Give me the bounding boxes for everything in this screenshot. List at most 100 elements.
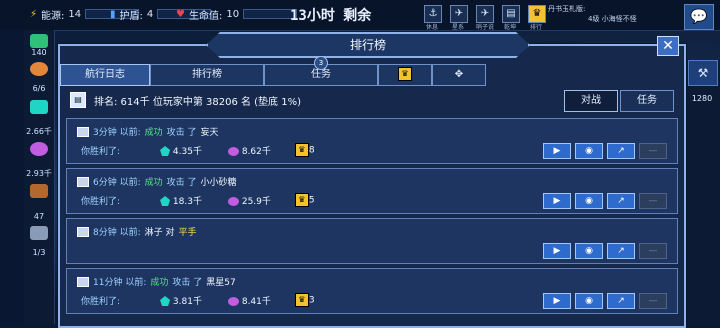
log-target: 黑星57 <box>206 278 236 288</box>
segment-battle[interactable]: 对战 <box>564 90 618 112</box>
chat-line: 4级 小海怪不怪 <box>588 15 637 23</box>
resource-value: 47 <box>33 212 45 221</box>
top-icon-label-3: 哨子说 <box>476 24 495 31</box>
orb-icon <box>30 142 48 156</box>
top-icon-label-5: 排行 <box>530 24 543 31</box>
log-target: 妄天 <box>200 128 219 138</box>
trophy-icon: ♛ <box>398 67 412 81</box>
shield-label: 护盾: <box>119 10 143 22</box>
chat-icon[interactable]: 💬 <box>684 4 714 30</box>
orb-icon <box>227 196 239 206</box>
energy-icon: ⚡ <box>30 8 38 20</box>
trophy-value: 8 <box>308 145 315 156</box>
crate-icon <box>30 184 48 198</box>
trophy-value: 5 <box>308 195 315 206</box>
tab-missions-label: 任务 <box>311 69 331 80</box>
crystal-icon <box>160 146 171 156</box>
video-icon[interactable]: ▶ <box>543 143 571 159</box>
life-bar <box>243 9 298 19</box>
energy-label: 能源: <box>41 10 65 22</box>
eye-icon[interactable]: ◉ <box>575 193 603 209</box>
crossed-swords-icon <box>77 176 89 187</box>
fleet-icon[interactable]: ✈ <box>476 5 494 23</box>
log-verb: 攻击 了 <box>166 178 197 188</box>
log-time: 6分钟 以前: <box>93 178 141 188</box>
countdown-timer: 13小时 剩余 <box>290 8 372 24</box>
book-icon[interactable]: ▤ <box>502 5 520 23</box>
crossed-swords-icon <box>77 226 89 237</box>
log-entry: 11分钟 以前: 成功 攻击 了 黑星57 你胜利了: 3.81千 8.41千 … <box>66 268 678 314</box>
rank-row: ▤ 排名: 614千 位玩家中第 38206 名 (垫底 1%) 对战 任务 <box>66 90 680 112</box>
close-button[interactable]: ✕ <box>657 36 679 56</box>
resource-rail: 140 6/6 2.66千 2.93千 47 1/3 <box>24 30 55 324</box>
log-result: 成功 <box>144 178 163 188</box>
document-icon: ▤ <box>70 92 86 108</box>
tab-logbook[interactable]: 航行日志 <box>60 64 150 86</box>
top-icon-label-2: 星系 <box>452 24 465 31</box>
log-result: 成功 <box>144 128 163 138</box>
tab-leaderboard[interactable]: 排行榜 <box>150 64 264 86</box>
energy-value: 14 <box>68 8 82 20</box>
life-stat: ♥ 生命值: 10 <box>176 6 298 22</box>
robot-icon <box>30 226 48 240</box>
panel-tabs: 航行日志 排行榜 任务 3 ♛ ✥ <box>60 56 486 86</box>
heart-icon: ♥ <box>176 8 185 20</box>
close-icon: ✕ <box>662 38 674 54</box>
move-icon: ✥ <box>454 69 464 80</box>
resource-value: 140 <box>31 48 47 57</box>
share-icon[interactable]: ↗ <box>607 243 635 259</box>
resource-value: 2.93千 <box>26 169 52 178</box>
crystal-icon <box>30 100 48 114</box>
tab-trophy[interactable]: ♛ <box>378 64 432 86</box>
minus-icon: — <box>639 143 667 159</box>
left-strip <box>0 30 24 324</box>
log-time: 11分钟 以前: <box>93 278 147 288</box>
video-icon[interactable]: ▶ <box>543 243 571 259</box>
credit-icon <box>30 34 48 48</box>
panel-title: 排行榜 <box>206 32 530 58</box>
ship-icon[interactable]: ⚓ <box>424 5 442 23</box>
eye-icon[interactable]: ◉ <box>575 143 603 159</box>
log-time: 8分钟 以前: <box>93 228 141 238</box>
share-icon[interactable]: ↗ <box>607 293 635 309</box>
crossed-swords-icon <box>77 276 89 287</box>
video-icon[interactable]: ▶ <box>543 293 571 309</box>
shield-value: 4 <box>146 8 154 20</box>
tab-missions[interactable]: 任务 3 <box>264 56 378 86</box>
shield-icon: ▮ <box>110 8 116 20</box>
missions-badge: 3 <box>314 56 328 70</box>
crystal-value: 4.35千 <box>172 146 202 157</box>
chat-line: 丹书玉札版: <box>548 5 586 13</box>
share-icon[interactable]: ↗ <box>607 193 635 209</box>
top-icon-label-1: 休息 <box>426 24 439 31</box>
tab-move[interactable]: ✥ <box>432 64 486 86</box>
log-entry: 3分钟 以前: 成功 攻击 了 妄天 你胜利了: 4.35千 8.62千 ♛ 8 … <box>66 118 678 164</box>
log-entry: 8分钟 以前: 淋子 对 平手 ▶ ◉ ↗ — <box>66 218 678 264</box>
top-icon-label-4: 乾坤 <box>504 24 517 31</box>
log-entry: 6分钟 以前: 成功 攻击 了 小小砂糖 你胜利了: 18.3千 25.9千 ♛… <box>66 168 678 214</box>
video-icon[interactable]: ▶ <box>543 193 571 209</box>
life-value: 10 <box>226 8 240 20</box>
eye-icon[interactable]: ◉ <box>575 243 603 259</box>
won-label: 你胜利了: <box>81 146 121 157</box>
eye-icon[interactable]: ◉ <box>575 293 603 309</box>
right-rail: ⚒ 1280 <box>684 60 720 324</box>
minus-icon: — <box>639 193 667 209</box>
crystal-value: 3.81千 <box>172 296 202 307</box>
won-label: 你胜利了: <box>81 196 121 207</box>
orb-icon <box>227 296 239 306</box>
won-label: 你胜利了: <box>81 296 121 307</box>
share-icon[interactable]: ↗ <box>607 143 635 159</box>
map-icon[interactable]: ✈ <box>450 5 468 23</box>
orb-value: 25.9千 <box>241 196 271 207</box>
chat-preview[interactable]: 丹书玉札版: 4级 小海怪不怪 <box>548 4 678 30</box>
trophy-value: 3 <box>308 295 315 306</box>
log-verb: 淋子 对 <box>144 228 175 238</box>
gear-icon <box>30 62 48 76</box>
top-hud: ⚡ 能源: 14 ▮ 护盾: 4 ♥ 生命值: 10 13小时 剩余 ⚓ 休息 … <box>0 0 720 31</box>
log-target: 小小砂糖 <box>200 178 237 188</box>
resource-value: 6/6 <box>32 84 46 93</box>
crown-icon[interactable]: ♛ <box>528 5 546 23</box>
crystal-icon <box>160 296 171 306</box>
segment-missions[interactable]: 任务 <box>620 90 674 112</box>
